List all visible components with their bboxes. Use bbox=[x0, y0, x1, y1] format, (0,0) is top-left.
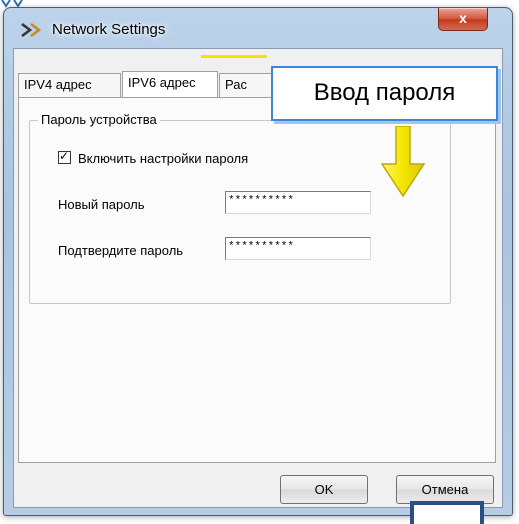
tab-ipv6[interactable]: IPV6 адрес bbox=[122, 71, 218, 97]
bottom-highlight-frame bbox=[410, 501, 484, 524]
new-password-field[interactable]: ********** bbox=[225, 191, 371, 214]
ok-button[interactable]: OK bbox=[280, 475, 368, 504]
enable-password-checkbox[interactable]: ✓ bbox=[58, 149, 71, 164]
group-legend: Пароль устройства bbox=[38, 112, 160, 127]
enable-password-label: Включить настройки пароля bbox=[78, 151, 249, 166]
close-button[interactable]: x bbox=[438, 8, 488, 31]
tab-highlight-underline bbox=[201, 55, 267, 58]
cancel-button[interactable]: Отмена bbox=[396, 475, 494, 504]
window-title: Network Settings bbox=[52, 21, 166, 38]
new-password-label: Новый пароль bbox=[58, 197, 145, 212]
checkbox-check-icon: ✓ bbox=[59, 149, 70, 163]
enable-password-row[interactable]: ✓ Включить настройки пароля bbox=[58, 149, 249, 166]
tab-advanced[interactable]: Рас bbox=[219, 73, 279, 97]
app-icon bbox=[21, 23, 42, 37]
confirm-password-label: Подтвердите пароль bbox=[58, 243, 184, 258]
annotation-callout: Ввод пароля bbox=[271, 66, 498, 121]
down-arrow-icon bbox=[380, 126, 426, 198]
close-icon: x bbox=[459, 10, 467, 26]
confirm-password-field[interactable]: ********** bbox=[225, 237, 371, 260]
tab-ipv4[interactable]: IPV4 адрес bbox=[18, 73, 121, 97]
title-bar[interactable]: Network Settings x bbox=[4, 8, 512, 48]
